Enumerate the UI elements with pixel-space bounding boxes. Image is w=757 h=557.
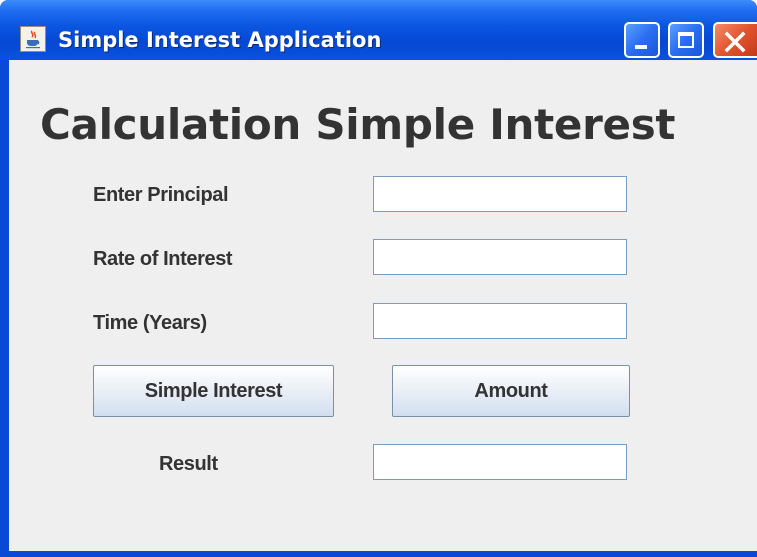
close-button[interactable] — [713, 22, 757, 58]
minimize-button[interactable] — [624, 22, 660, 58]
maximize-button[interactable] — [668, 22, 704, 58]
principal-label: Enter Principal — [93, 184, 229, 206]
content-panel: Calculation Simple Interest Enter Princi… — [9, 60, 757, 551]
principal-input[interactable] — [373, 176, 627, 212]
title-bar[interactable]: Simple Interest Application — [0, 0, 757, 60]
window-title: Simple Interest Application — [58, 28, 382, 52]
application-window: Simple Interest Application Calculation … — [0, 0, 757, 557]
page-title: Calculation Simple Interest — [40, 100, 676, 149]
java-cup-icon[interactable] — [20, 26, 46, 52]
time-label: Time (Years) — [93, 312, 207, 334]
rate-label: Rate of Interest — [93, 248, 233, 270]
time-input[interactable] — [373, 303, 627, 339]
minimize-icon — [635, 45, 647, 49]
rate-input[interactable] — [373, 239, 627, 275]
maximize-icon — [678, 32, 694, 48]
simple-interest-button[interactable]: Simple Interest — [93, 365, 334, 417]
amount-button[interactable]: Amount — [392, 365, 630, 417]
result-input[interactable] — [373, 444, 627, 480]
window-bottom-border — [0, 551, 757, 557]
close-icon — [724, 31, 746, 53]
result-label: Result — [159, 453, 218, 475]
